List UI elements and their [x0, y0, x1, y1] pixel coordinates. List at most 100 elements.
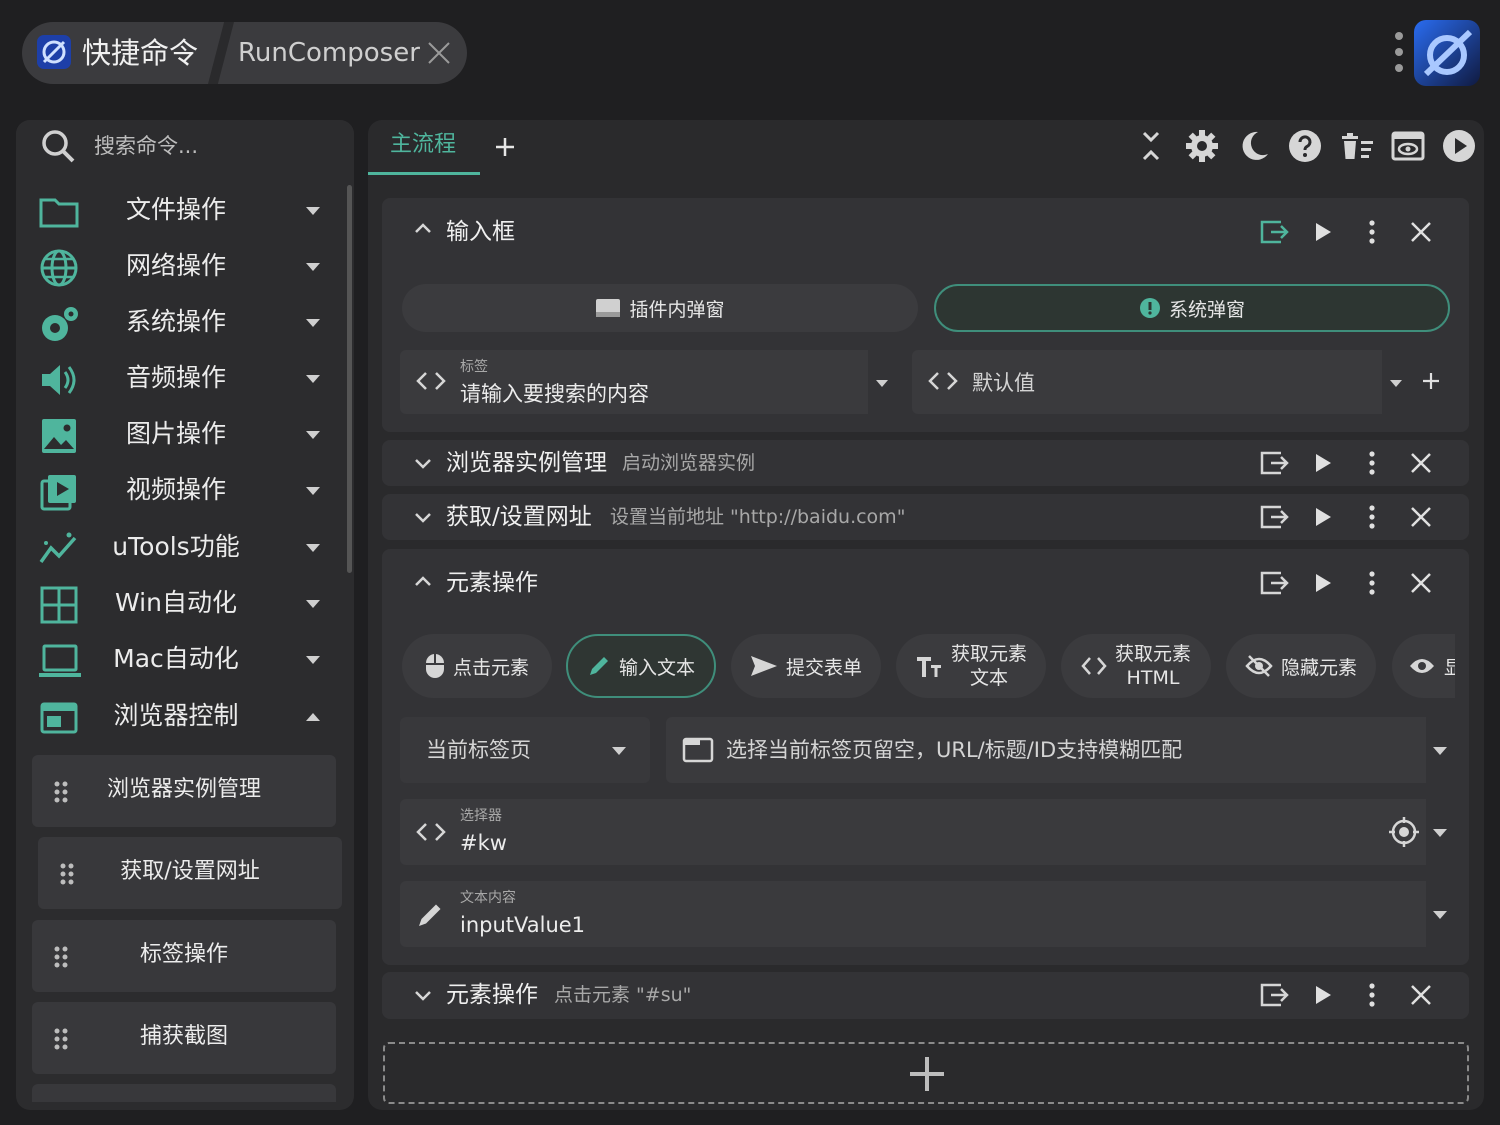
window-icon — [595, 298, 621, 318]
chevron-down-icon[interactable] — [414, 512, 432, 524]
command-next[interactable] — [32, 1084, 336, 1102]
code-brackets-icon — [416, 370, 446, 392]
caret-up-icon — [306, 713, 320, 721]
more-options-icon[interactable] — [1347, 979, 1396, 1011]
sidebar-scrollbar[interactable] — [347, 185, 352, 573]
output-export-icon[interactable] — [1249, 447, 1298, 479]
eye-icon — [1408, 656, 1436, 676]
category-win-automation[interactable]: Win自动化 — [16, 576, 336, 632]
remove-card-icon[interactable] — [1396, 501, 1445, 533]
caret-down-icon[interactable] — [1433, 747, 1447, 755]
caret-down-icon — [306, 375, 320, 383]
collapse-all-icon[interactable] — [1136, 128, 1166, 164]
more-options-icon[interactable] — [1347, 501, 1396, 533]
caret-down-icon — [306, 544, 320, 552]
tab-active-indicator — [368, 172, 480, 175]
run-step-icon[interactable] — [1298, 447, 1347, 479]
command-get-set-url[interactable]: 获取/设置网址 — [38, 837, 342, 909]
plugin-popup-toggle[interactable]: 插件内弹窗 — [402, 284, 918, 332]
caret-down-icon[interactable] — [876, 380, 888, 387]
add-step-dropzone[interactable] — [383, 1042, 1469, 1104]
command-browser-instance[interactable]: 浏览器实例管理 — [32, 755, 336, 827]
utools-logo-icon — [1414, 20, 1480, 86]
close-tab-icon[interactable] — [426, 40, 452, 66]
output-export-icon[interactable] — [1249, 501, 1298, 533]
remove-card-icon[interactable] — [1396, 979, 1445, 1011]
command-tab-operations[interactable]: 标签操作 — [32, 920, 336, 992]
caret-down-icon[interactable] — [1390, 380, 1402, 387]
chip-get-element-html[interactable]: 获取元素 HTML — [1061, 634, 1211, 698]
category-audio[interactable]: 音频操作 — [16, 351, 336, 407]
add-field-icon[interactable] — [1422, 372, 1440, 390]
search-input[interactable]: 搜索命令... — [94, 130, 198, 162]
chip-submit-form[interactable]: 提交表单 — [731, 634, 881, 698]
pencil-icon — [416, 901, 444, 929]
chip-click-element[interactable]: 点击元素 — [402, 634, 552, 698]
caret-down-icon[interactable] — [1433, 829, 1447, 837]
command-capture-screenshot[interactable]: 捕获截图 — [32, 1002, 336, 1074]
app-logo-icon — [36, 34, 72, 70]
more-options-icon[interactable] — [1347, 216, 1396, 248]
run-step-icon[interactable] — [1298, 501, 1347, 533]
label-field[interactable]: 标签 请输入要搜索的内容 — [400, 350, 894, 414]
category-mac-automation[interactable]: Mac自动化 — [16, 632, 336, 688]
category-utools[interactable]: uTools功能 — [16, 520, 336, 576]
caret-down-icon — [306, 600, 320, 608]
caret-down-icon — [612, 747, 626, 755]
dark-mode-moon-icon[interactable] — [1236, 128, 1272, 164]
tab-match-field[interactable]: 选择当前标签页留空，URL/标题/ID支持模糊匹配 — [666, 717, 1453, 783]
help-icon[interactable] — [1287, 128, 1323, 164]
default-value-field[interactable]: 默认值 — [912, 350, 1408, 414]
code-brackets-icon — [416, 821, 446, 843]
mouse-icon — [425, 653, 445, 679]
text-size-icon — [915, 654, 943, 678]
tab-select[interactable]: 当前标签页 — [400, 717, 650, 783]
caret-down-icon — [306, 207, 320, 215]
chip-get-element-text[interactable]: 获取元素 文本 — [896, 634, 1046, 698]
caret-down-icon — [306, 656, 320, 664]
chevron-down-icon[interactable] — [414, 458, 432, 470]
chevron-down-icon[interactable] — [414, 990, 432, 1002]
remove-card-icon[interactable] — [1396, 447, 1445, 479]
text-content-field[interactable]: 文本内容 inputValue1 — [400, 881, 1453, 947]
run-play-icon[interactable] — [1441, 128, 1477, 164]
card-get-set-url: 获取/设置网址 设置当前地址 "http://baidu.com" — [382, 494, 1469, 540]
clear-trash-icon[interactable] — [1339, 128, 1375, 164]
send-icon — [750, 654, 778, 678]
chevron-up-icon[interactable] — [414, 222, 432, 234]
preview-code-icon[interactable] — [1390, 128, 1426, 164]
search-icon — [40, 128, 76, 164]
card-title: 输入框 — [446, 219, 515, 245]
more-vertical-icon[interactable] — [1392, 30, 1406, 74]
run-step-icon[interactable] — [1298, 216, 1347, 248]
pencil-icon — [587, 654, 611, 678]
add-tab-icon[interactable] — [494, 136, 516, 158]
selector-field[interactable]: 选择器 #kw — [400, 799, 1453, 865]
plus-icon — [909, 1056, 945, 1092]
chip-input-text[interactable]: 输入文本 — [566, 634, 716, 698]
system-popup-toggle[interactable]: 系统弹窗 — [934, 284, 1450, 332]
tab-title[interactable]: RunComposer — [238, 36, 420, 70]
eye-off-icon — [1245, 654, 1273, 678]
category-browser-control[interactable]: 浏览器控制 — [16, 689, 336, 745]
browser-tab-icon — [682, 736, 714, 764]
run-step-icon[interactable] — [1298, 979, 1347, 1011]
chip-show-element[interactable]: 显 — [1392, 634, 1455, 698]
tab-main-flow[interactable]: 主流程 — [390, 128, 456, 162]
category-image[interactable]: 图片操作 — [16, 407, 336, 463]
remove-card-icon[interactable] — [1396, 216, 1445, 248]
output-export-icon[interactable] — [1249, 216, 1298, 248]
chip-hide-element[interactable]: 隐藏元素 — [1226, 634, 1376, 698]
caret-down-icon — [306, 319, 320, 327]
more-options-icon[interactable] — [1347, 447, 1396, 479]
settings-gear-icon[interactable] — [1184, 128, 1220, 164]
category-video[interactable]: 视频操作 — [16, 463, 336, 519]
card-browser-instance: 浏览器实例管理 启动浏览器实例 — [382, 440, 1469, 486]
category-network[interactable]: 网络操作 — [16, 239, 336, 295]
caret-down-icon[interactable] — [1433, 911, 1447, 919]
output-export-icon[interactable] — [1249, 979, 1298, 1011]
category-system[interactable]: 系统操作 — [16, 295, 336, 351]
category-file[interactable]: 文件操作 — [16, 183, 336, 239]
card-input-box: 输入框 插件内弹窗 系统弹窗 标签 请输入要搜索的内容 默认值 — [382, 198, 1469, 432]
target-picker-icon[interactable] — [1388, 816, 1420, 848]
